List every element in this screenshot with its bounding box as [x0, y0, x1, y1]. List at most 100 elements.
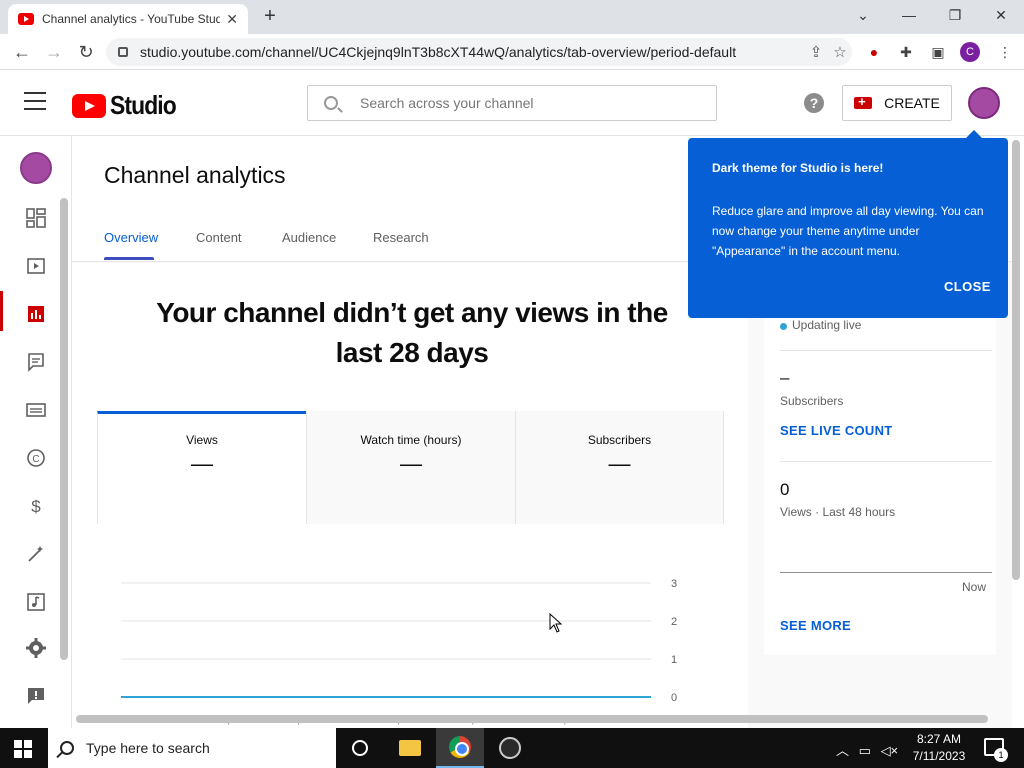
- search-input[interactable]: [360, 95, 680, 111]
- audio-library-icon[interactable]: [24, 590, 48, 614]
- channel-search[interactable]: [307, 85, 717, 121]
- mouse-cursor-icon: [549, 613, 563, 633]
- browser-profile-avatar[interactable]: C: [960, 42, 980, 62]
- metric-label: Subscribers: [587, 433, 652, 447]
- create-video-icon: [854, 94, 873, 109]
- tab-close-icon[interactable]: ✕: [226, 11, 238, 28]
- subscribers-label: Subscribers: [780, 394, 844, 408]
- omnibox[interactable]: studio.youtube.com/channel/UC4Ckjejnq9ln…: [106, 38, 852, 66]
- logo-text: Studio: [110, 90, 177, 120]
- tooltip-title: Dark theme for Studio is here!: [712, 161, 884, 175]
- tab-title: Channel analytics - YouTube Studio: [42, 12, 221, 26]
- subtitles-icon[interactable]: [24, 398, 48, 422]
- minimize-button[interactable]: —: [886, 4, 932, 26]
- earn-icon[interactable]: $: [24, 494, 48, 518]
- tooltip-body: Reduce glare and improve all day viewing…: [712, 204, 984, 258]
- active-tab-underline: [104, 257, 154, 260]
- metric-value: —: [191, 451, 213, 476]
- file-explorer-icon[interactable]: [386, 728, 434, 768]
- customization-icon[interactable]: [24, 542, 48, 566]
- browser-menu-icon[interactable]: ⋮: [994, 41, 1016, 63]
- network-icon[interactable]: ▭: [859, 743, 871, 758]
- copyright-icon[interactable]: C: [24, 446, 48, 470]
- account-avatar[interactable]: [968, 87, 1000, 119]
- clock-time: 8:27 AM: [916, 732, 962, 746]
- create-label: CREATE: [884, 95, 940, 111]
- svg-text:C: C: [32, 454, 39, 465]
- windows-start-icon[interactable]: [14, 740, 32, 758]
- left-nav-scrollbar[interactable]: [60, 198, 68, 660]
- search-icon: [324, 96, 338, 110]
- tab-overview[interactable]: Overview: [104, 230, 158, 245]
- help-icon[interactable]: ?: [804, 93, 824, 113]
- reload-icon[interactable]: ↻: [74, 40, 98, 64]
- back-icon[interactable]: ←: [10, 40, 34, 64]
- dark-theme-tooltip: Dark theme for Studio is here! Reduce gl…: [688, 130, 1008, 318]
- metric-subscribers[interactable]: Subscribers —: [515, 411, 724, 524]
- chrome-icon[interactable]: [436, 728, 484, 768]
- views-chart: 0123Jun 1Jun 18, 2023Jun 22, 2023Jun 27,…: [121, 578, 677, 726]
- clock-date: 7/11/2023: [912, 749, 966, 763]
- side-panel-icon[interactable]: ▣: [927, 41, 949, 63]
- main-scrollbar[interactable]: [1012, 140, 1020, 580]
- close-window-button[interactable]: ✕: [978, 4, 1024, 26]
- youtube-play-icon: [72, 93, 106, 118]
- volume-icon[interactable]: ◁×: [881, 743, 899, 758]
- system-tray-icons[interactable]: ︿ ▭ ◁×: [836, 740, 898, 759]
- new-tab-button[interactable]: +: [258, 5, 282, 28]
- tab-audience[interactable]: Audience: [282, 230, 336, 245]
- feedback-icon[interactable]: [24, 684, 48, 708]
- studio-header: Studio ? CREATE: [0, 70, 1024, 136]
- forward-icon[interactable]: →: [42, 40, 66, 64]
- studio-logo[interactable]: Studio: [72, 90, 185, 121]
- taskbar-search[interactable]: Type here to search: [48, 728, 336, 768]
- y-tick-label: 0: [671, 692, 677, 704]
- url-text: studio.youtube.com/channel/UC4Ckjejnq9ln…: [140, 44, 737, 60]
- left-nav: C $: [0, 136, 72, 728]
- chevron-up-icon[interactable]: ︿: [836, 743, 849, 758]
- restore-button[interactable]: ❐: [932, 4, 978, 26]
- metric-value: —: [400, 451, 422, 476]
- channel-avatar[interactable]: [20, 152, 52, 184]
- dashboard-icon[interactable]: [24, 206, 48, 230]
- metric-watch-time[interactable]: Watch time (hours) —: [306, 411, 515, 524]
- analytics-icon[interactable]: [24, 302, 48, 326]
- horizontal-scrollbar[interactable]: [76, 715, 988, 723]
- realtime-baseline: [780, 572, 992, 573]
- create-button[interactable]: CREATE: [842, 85, 952, 121]
- youtube-favicon-icon: [18, 13, 34, 25]
- search-icon: [60, 741, 74, 755]
- tab-content[interactable]: Content: [196, 230, 242, 245]
- content-icon[interactable]: [24, 254, 48, 278]
- bookmark-star-icon[interactable]: ☆: [828, 43, 852, 61]
- now-label: Now: [962, 580, 987, 594]
- metric-views[interactable]: Views —: [97, 411, 306, 524]
- obs-icon[interactable]: [486, 728, 534, 768]
- divider: [780, 461, 992, 462]
- live-indicator-icon: [780, 323, 787, 330]
- see-live-count-link[interactable]: SEE LIVE COUNT: [780, 423, 893, 438]
- browser-tab[interactable]: Channel analytics - YouTube Studio ✕: [8, 4, 248, 34]
- tooltip-close-button[interactable]: CLOSE: [944, 279, 991, 294]
- tab-search-icon[interactable]: ⌄: [840, 4, 886, 26]
- extension-record-icon[interactable]: ●: [863, 41, 885, 63]
- metric-value: —: [608, 451, 631, 476]
- settings-icon[interactable]: [24, 636, 48, 660]
- menu-icon[interactable]: [24, 92, 46, 110]
- y-tick-label: 3: [671, 578, 677, 590]
- comments-icon[interactable]: [24, 350, 48, 374]
- tab-research[interactable]: Research: [373, 230, 429, 245]
- see-more-link[interactable]: SEE MORE: [780, 618, 851, 633]
- taskbar-clock[interactable]: 8:27 AM 7/11/2023: [904, 731, 974, 765]
- active-nav-indicator: [0, 291, 3, 331]
- windows-taskbar: Type here to search ︿ ▭ ◁× 8:27 AM 7/11/…: [0, 728, 1024, 768]
- svg-text:$: $: [31, 497, 41, 516]
- address-bar-row: ← → ↻ studio.youtube.com/channel/UC4Ckje…: [0, 34, 1024, 70]
- extensions-puzzle-icon[interactable]: ✚: [895, 41, 917, 63]
- lock-icon: [118, 47, 128, 57]
- cortana-icon[interactable]: [336, 728, 384, 768]
- share-icon[interactable]: ⇪: [804, 43, 828, 61]
- notification-count-badge: 1: [994, 748, 1008, 762]
- no-views-headline: Your channel didn’t get any views in the…: [156, 297, 668, 368]
- taskbar-search-text: Type here to search: [86, 740, 210, 756]
